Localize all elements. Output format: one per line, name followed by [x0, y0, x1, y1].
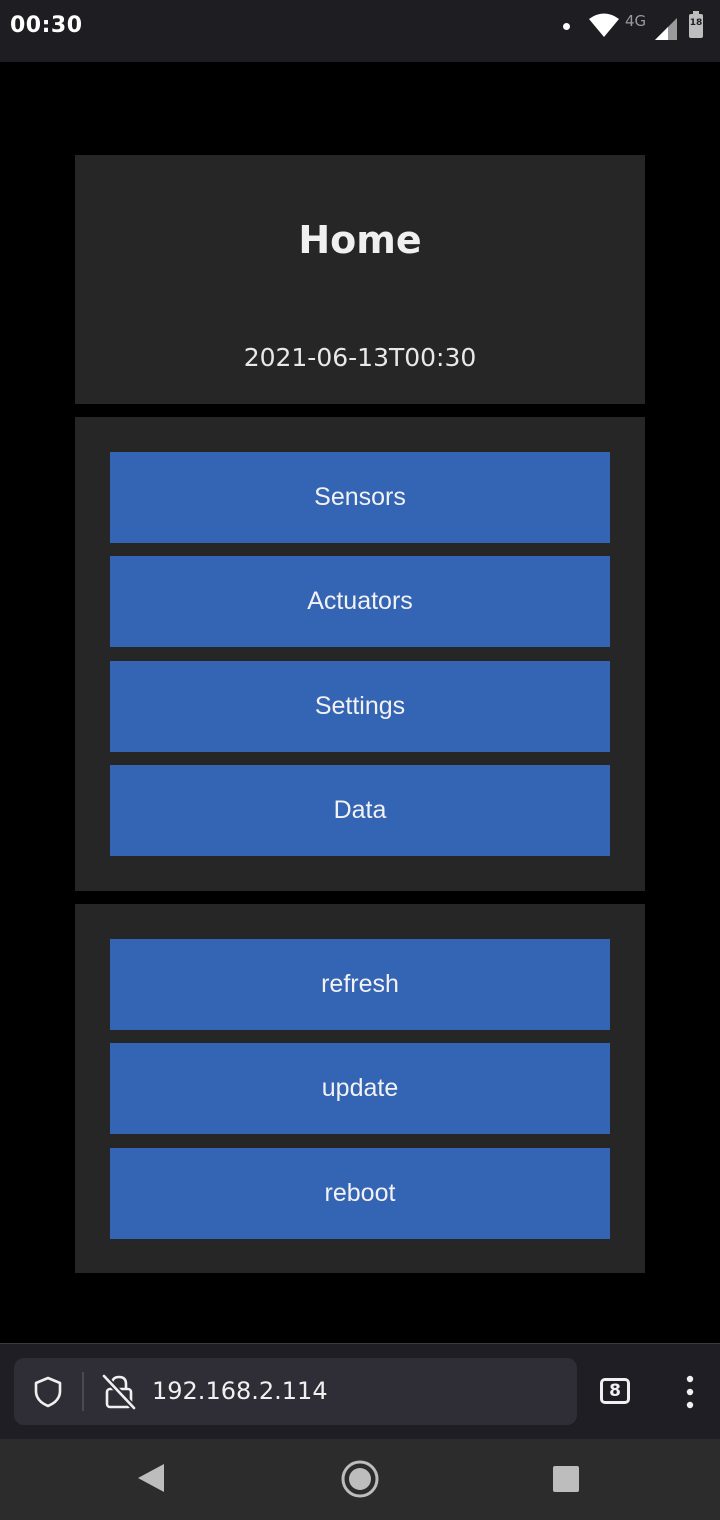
browser-toolbar: 192.168.2.114 8 — [0, 1343, 720, 1439]
timestamp: 2021-06-13T00:30 — [243, 343, 477, 372]
status-bar: 00:30 4G 18 — [0, 0, 720, 62]
lock-off-icon[interactable] — [102, 1374, 136, 1410]
notification-dot-icon — [563, 23, 570, 30]
wifi-icon — [589, 13, 619, 37]
screen: 00:30 4G 18 Home 2021-06-13T00:30 Sensor… — [0, 0, 720, 1520]
network-type-label: 4G — [625, 12, 647, 30]
menu-icon[interactable] — [682, 1374, 698, 1410]
back-icon[interactable] — [136, 1462, 166, 1494]
home-icon[interactable] — [340, 1459, 380, 1499]
system-nav-bar — [0, 1439, 720, 1520]
url-bar[interactable]: 192.168.2.114 — [14, 1358, 577, 1425]
status-time: 00:30 — [10, 13, 83, 38]
signal-icon — [655, 18, 677, 40]
recents-icon[interactable] — [553, 1466, 579, 1492]
refresh-button[interactable]: refresh — [110, 939, 610, 1030]
url-text[interactable]: 192.168.2.114 — [152, 1377, 328, 1405]
data-button[interactable]: Data — [110, 765, 610, 856]
shield-icon[interactable] — [32, 1376, 64, 1408]
header-panel: Home 2021-06-13T00:30 — [75, 155, 645, 404]
actions-panel: refresh update reboot — [75, 904, 645, 1273]
page-title: Home — [298, 218, 422, 262]
tabs-counter-icon[interactable]: 8 — [600, 1378, 630, 1404]
navigation-panel: Sensors Actuators Settings Data — [75, 417, 645, 891]
actuators-button[interactable]: Actuators — [110, 556, 610, 647]
update-button[interactable]: update — [110, 1043, 610, 1134]
battery-level: 18 — [689, 18, 703, 28]
battery-icon: 18 — [689, 11, 703, 38]
url-divider — [82, 1372, 84, 1411]
reboot-button[interactable]: reboot — [110, 1148, 610, 1239]
sensors-button[interactable]: Sensors — [110, 452, 610, 543]
settings-button[interactable]: Settings — [110, 661, 610, 752]
